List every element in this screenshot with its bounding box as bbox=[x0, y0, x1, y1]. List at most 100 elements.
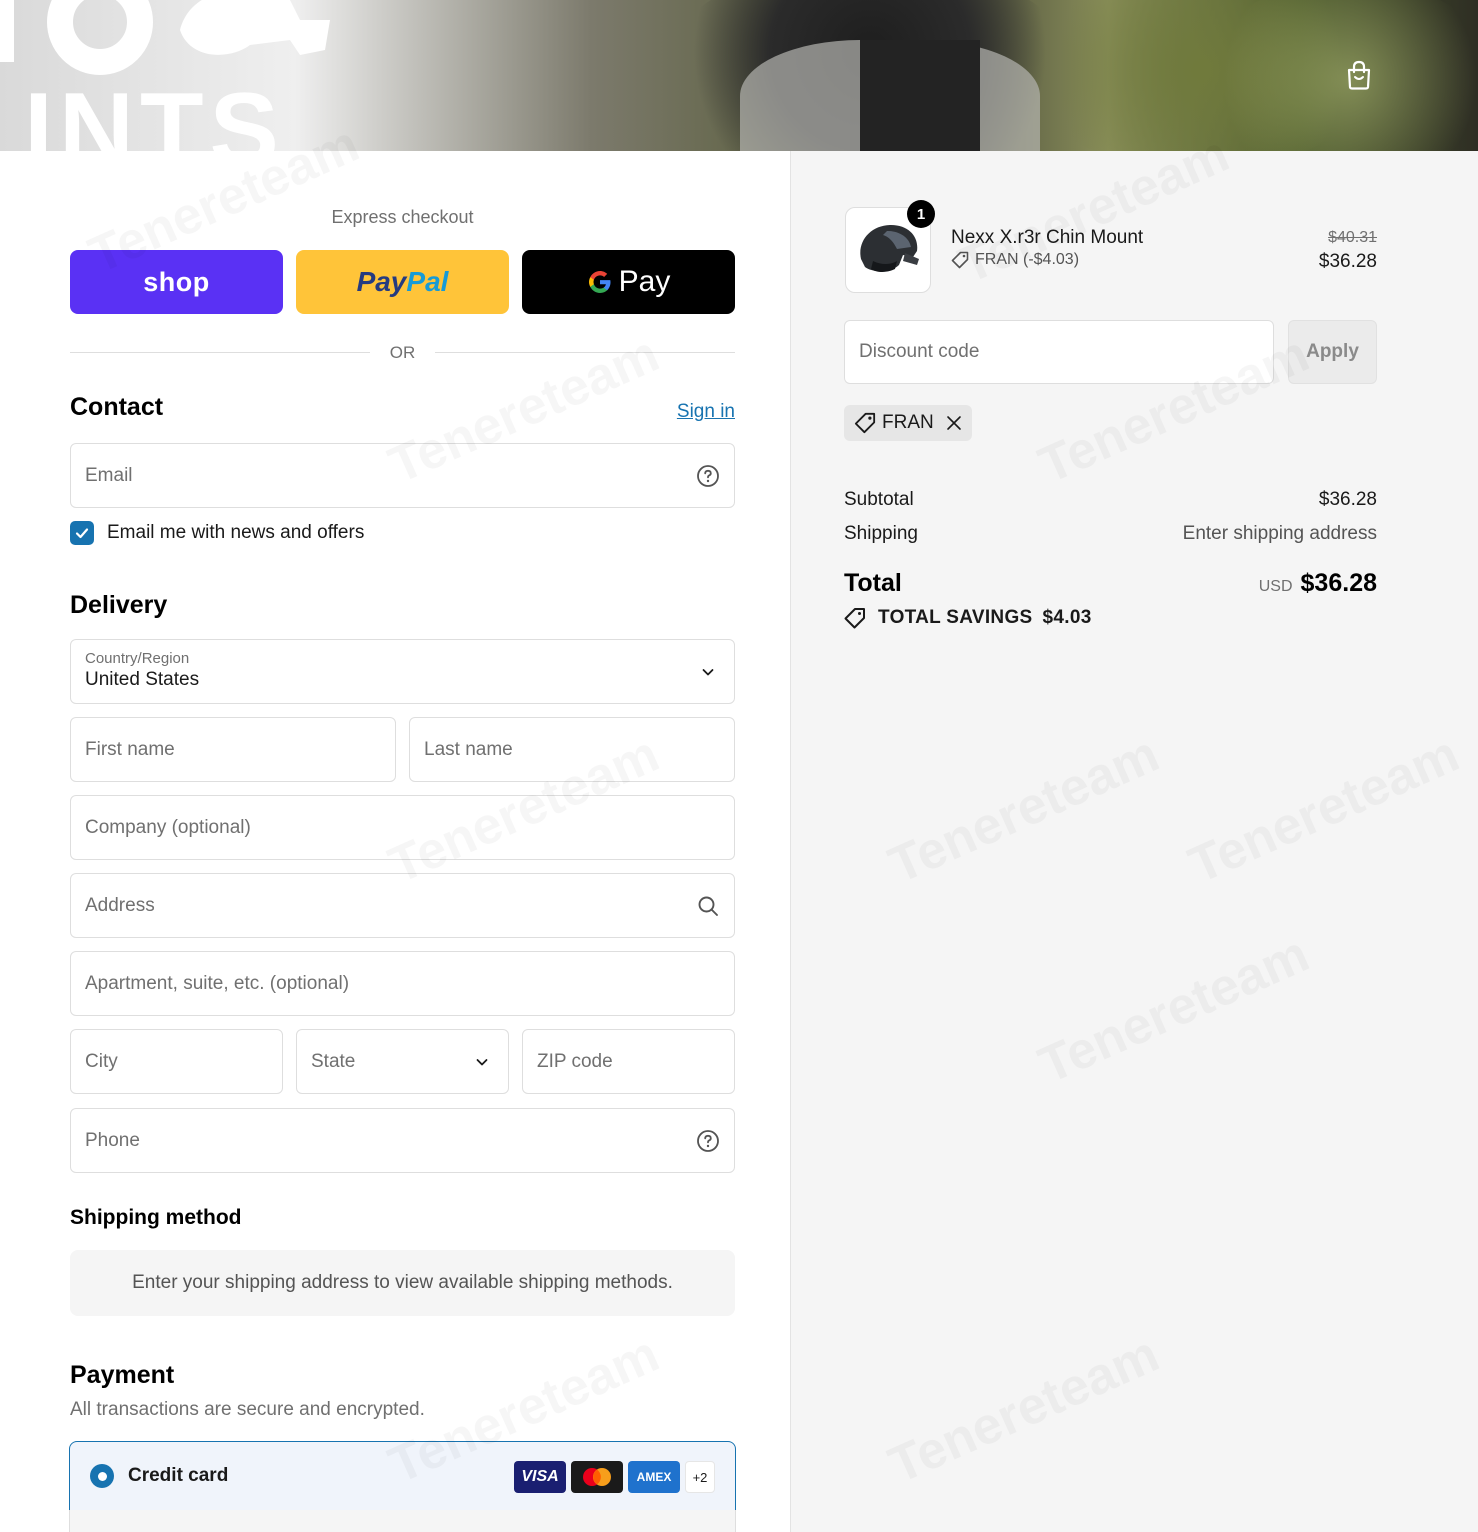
shipping-value: Enter shipping address bbox=[1182, 523, 1377, 544]
newsletter-label: Email me with news and offers bbox=[107, 522, 365, 543]
or-label: OR bbox=[389, 343, 416, 362]
address-field[interactable]: Address bbox=[70, 873, 735, 938]
apartment-placeholder: Apartment, suite, etc. (optional) bbox=[85, 972, 350, 994]
paypal-logo: PayPal bbox=[356, 266, 449, 297]
first-name-field[interactable]: First name bbox=[70, 717, 396, 782]
helmet-image bbox=[860, 225, 919, 272]
google-pay-logo: Pay bbox=[587, 265, 671, 299]
last-name-placeholder: Last name bbox=[424, 738, 513, 760]
applied-discount-chip: FRAN bbox=[844, 405, 972, 441]
company-placeholder: Company (optional) bbox=[85, 816, 251, 838]
search-icon bbox=[698, 896, 718, 916]
paypal-button[interactable]: PayPal bbox=[296, 250, 509, 314]
banner-photo-foliage-light bbox=[1200, 0, 1478, 151]
newsletter-checkbox[interactable] bbox=[70, 521, 94, 545]
more-cards-badge: +2 bbox=[685, 1461, 715, 1493]
cart-button[interactable] bbox=[1342, 58, 1376, 92]
state-dropdown-toggle[interactable] bbox=[470, 1050, 494, 1074]
checkout-form: Express checkout shop PayPal Pay OR Cont… bbox=[0, 151, 790, 1532]
header-banner: INTS bbox=[0, 0, 1478, 151]
original-price: $40.31 bbox=[1328, 229, 1377, 246]
google-g-icon bbox=[588, 271, 611, 293]
total-label: Total bbox=[844, 569, 902, 597]
shipping-method-heading: Shipping method bbox=[70, 1206, 242, 1229]
payment-heading: Payment bbox=[70, 1361, 175, 1389]
tag-icon bbox=[951, 251, 969, 269]
remove-discount-button[interactable] bbox=[946, 415, 962, 431]
total-amount: $36.28 bbox=[1300, 569, 1377, 597]
phone-field[interactable]: Phone bbox=[70, 1108, 735, 1173]
shop-pay-logo: shop bbox=[143, 266, 210, 297]
mastercard-logo bbox=[583, 1468, 611, 1486]
subtotal-label: Subtotal bbox=[844, 489, 914, 510]
sign-in-link[interactable]: Sign in bbox=[600, 401, 735, 423]
credit-card-option[interactable]: Credit card VISA AMEX +2 bbox=[69, 1441, 736, 1511]
discounted-price: $36.28 bbox=[1318, 251, 1377, 272]
express-checkout-label: Express checkout bbox=[331, 207, 474, 227]
state-placeholder: State bbox=[311, 1050, 356, 1072]
quantity-badge: 1 bbox=[907, 200, 935, 228]
credit-card-label: Credit card bbox=[128, 1465, 229, 1486]
shop-pay-button[interactable]: shop bbox=[70, 250, 283, 314]
contact-heading: Contact bbox=[70, 393, 164, 421]
product-discount-label: FRAN (-$4.03) bbox=[975, 251, 1080, 268]
country-dropdown-toggle[interactable] bbox=[696, 660, 720, 684]
credit-card-radio[interactable] bbox=[90, 1464, 114, 1488]
currency-code: USD bbox=[1258, 578, 1293, 595]
address-search-button[interactable] bbox=[696, 894, 720, 918]
question-circle-icon bbox=[697, 1129, 719, 1152]
applied-code-label: FRAN bbox=[882, 412, 934, 433]
checkmark-icon bbox=[75, 528, 89, 539]
logo-text: INTS bbox=[24, 72, 285, 151]
shipping-method-notice: Enter your shipping address to view avai… bbox=[70, 1250, 735, 1316]
email-help-button[interactable] bbox=[696, 464, 720, 488]
savings-label: TOTAL SAVINGS bbox=[878, 607, 1033, 628]
zip-field[interactable]: ZIP code bbox=[522, 1029, 735, 1094]
payment-security-note: All transactions are secure and encrypte… bbox=[70, 1399, 425, 1420]
close-icon bbox=[946, 416, 961, 430]
discount-code-input[interactable]: Discount code bbox=[844, 320, 1274, 384]
country-value: United States bbox=[85, 669, 200, 691]
chevron-down-icon bbox=[476, 1058, 488, 1065]
zip-placeholder: ZIP code bbox=[537, 1050, 613, 1072]
product-name: Nexx X.r3r Chin Mount bbox=[951, 227, 1144, 248]
total-value-group: USD $36.28 bbox=[1091, 569, 1377, 598]
order-summary: 1 Nexx X.r3r Chin Mount FRAN (-$4.03) $4… bbox=[790, 151, 1478, 1532]
state-select[interactable]: State bbox=[296, 1029, 509, 1094]
savings-value: $4.03 bbox=[1042, 607, 1092, 628]
address-placeholder: Address bbox=[85, 894, 155, 916]
banner-photo-vest bbox=[860, 40, 980, 151]
product-discount: FRAN (-$4.03) bbox=[951, 251, 1079, 269]
shopping-bag-icon bbox=[1347, 60, 1371, 90]
country-select[interactable]: Country/Region United States bbox=[70, 639, 735, 704]
google-pay-label: Pay bbox=[618, 265, 671, 298]
or-divider: OR bbox=[70, 343, 735, 363]
shipping-row: Shipping Enter shipping address bbox=[844, 523, 1377, 545]
tag-icon bbox=[844, 608, 865, 629]
phone-help-button[interactable] bbox=[696, 1129, 720, 1153]
country-label: Country/Region bbox=[85, 650, 190, 668]
credit-card-fields-panel bbox=[69, 1510, 736, 1532]
subtotal-row: Subtotal $36.28 bbox=[844, 489, 1377, 511]
google-pay-button[interactable]: Pay bbox=[522, 250, 735, 314]
city-placeholder: City bbox=[85, 1050, 118, 1072]
radio-dot bbox=[97, 1471, 107, 1481]
last-name-field[interactable]: Last name bbox=[409, 717, 735, 782]
chevron-down-icon bbox=[702, 668, 714, 675]
amex-icon: AMEX bbox=[628, 1461, 680, 1493]
phone-placeholder: Phone bbox=[85, 1129, 140, 1151]
visa-icon: VISA bbox=[514, 1461, 566, 1493]
tag-icon bbox=[854, 412, 876, 434]
newsletter-option[interactable]: Email me with news and offers bbox=[70, 521, 364, 545]
total-savings: TOTAL SAVINGS $4.03 bbox=[844, 607, 1092, 629]
first-name-placeholder: First name bbox=[85, 738, 175, 760]
apply-discount-button[interactable]: Apply bbox=[1288, 320, 1377, 384]
apartment-field[interactable]: Apartment, suite, etc. (optional) bbox=[70, 951, 735, 1016]
delivery-heading: Delivery bbox=[70, 591, 168, 619]
company-field[interactable]: Company (optional) bbox=[70, 795, 735, 860]
question-circle-icon bbox=[697, 464, 719, 487]
city-field[interactable]: City bbox=[70, 1029, 283, 1094]
shipping-label: Shipping bbox=[844, 523, 918, 544]
discount-code-placeholder: Discount code bbox=[859, 341, 980, 362]
email-field[interactable]: Email bbox=[70, 443, 735, 508]
